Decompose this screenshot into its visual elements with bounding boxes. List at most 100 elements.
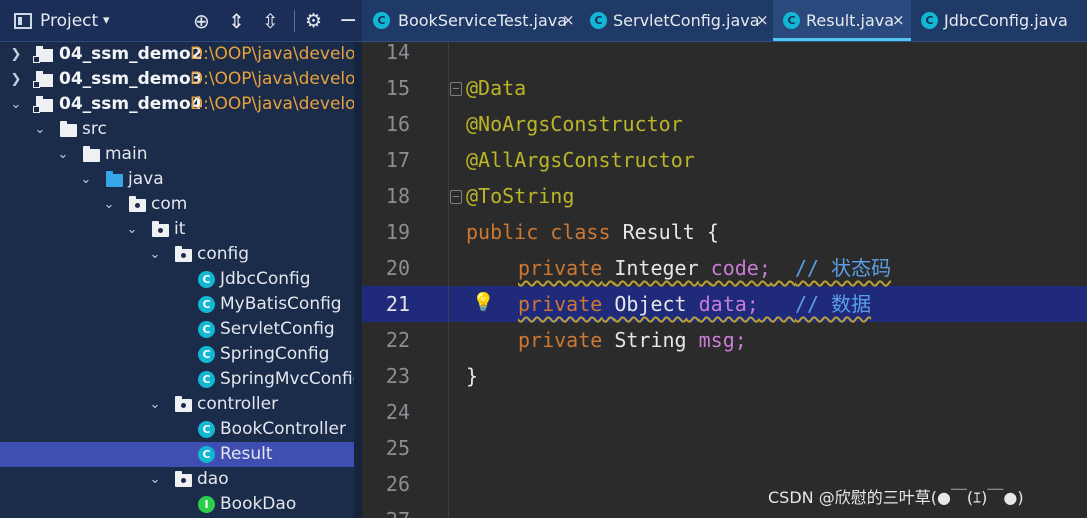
package-icon bbox=[175, 246, 192, 262]
project-panel: Project ▾ ⊕ ⇕ ⇳ ⚙ − ❯ 04_ssm_demo2 D:\OO… bbox=[0, 0, 362, 518]
tree-item-module[interactable]: ⌄ 04_ssm_demo4 D:\OOP\java\develop bbox=[0, 92, 354, 117]
field-name: code; bbox=[710, 256, 771, 280]
tree-item-label: 04_ssm_demo3 bbox=[59, 69, 203, 89]
fold-icon[interactable] bbox=[450, 82, 462, 96]
line-number: 24 bbox=[385, 400, 410, 424]
module-icon bbox=[33, 96, 53, 113]
tab-result[interactable]: C Result.java × bbox=[773, 0, 911, 41]
comment: // 状态码 bbox=[795, 256, 892, 280]
target-icon[interactable]: ⊕ bbox=[193, 0, 210, 42]
tree-item-package[interactable]: ⌄ config bbox=[0, 242, 354, 267]
close-icon[interactable]: × bbox=[892, 0, 905, 41]
line-number: 16 bbox=[385, 112, 410, 136]
line-number: 17 bbox=[385, 148, 410, 172]
line-number-current: 21 bbox=[385, 292, 410, 316]
comment: // 数据 bbox=[794, 292, 872, 316]
tree-item-label: 04_ssm_demo4 bbox=[59, 94, 203, 114]
code-line: private String msg; bbox=[518, 322, 747, 358]
chevron-down-icon[interactable]: ⌄ bbox=[147, 467, 163, 492]
tree-item-label: 04_ssm_demo2 bbox=[59, 44, 203, 64]
folder-icon bbox=[83, 146, 100, 162]
tree-item-package[interactable]: ⌄ com bbox=[0, 192, 354, 217]
tree-item-class[interactable]: C MyBatisConfig bbox=[0, 292, 354, 317]
code-line: @AllArgsConstructor bbox=[466, 142, 695, 178]
tree-item-package[interactable]: ⌄ dao bbox=[0, 467, 354, 492]
tree-item-package[interactable]: ⌄ controller bbox=[0, 392, 354, 417]
code-line: } bbox=[466, 358, 478, 394]
gutter-divider bbox=[448, 42, 449, 518]
chevron-down-icon[interactable]: ⌄ bbox=[124, 217, 140, 242]
code-line-current: private Object data; // 数据 bbox=[518, 286, 871, 322]
gear-icon[interactable]: ⚙ bbox=[305, 0, 322, 42]
tree-item-module[interactable]: ❯ 04_ssm_demo3 D:\OOP\java\develop bbox=[0, 67, 354, 92]
tree-scrollbar[interactable] bbox=[354, 42, 362, 518]
tree-item-label: main bbox=[105, 144, 148, 164]
class-icon: C bbox=[590, 12, 607, 29]
chevron-down-icon[interactable]: ⌄ bbox=[78, 167, 94, 192]
chevron-down-icon[interactable]: ⌄ bbox=[147, 392, 163, 417]
tree-item-class[interactable]: C BookController bbox=[0, 417, 354, 442]
class-icon: C bbox=[198, 371, 215, 388]
module-icon bbox=[33, 46, 53, 63]
code-line: private Integer code; // 状态码 bbox=[518, 250, 891, 286]
chevron-down-icon[interactable]: ▾ bbox=[103, 0, 110, 42]
tree-item-class[interactable]: C ServletConfig bbox=[0, 317, 354, 342]
tree-item-label: java bbox=[128, 169, 164, 189]
close-icon[interactable]: × bbox=[562, 0, 575, 41]
tree-item-label: BookDao bbox=[220, 494, 297, 514]
tree-item-folder[interactable]: ⌄ main bbox=[0, 142, 354, 167]
tree-item-class-selected[interactable]: C Result bbox=[0, 442, 354, 467]
close-icon[interactable]: × bbox=[756, 0, 769, 41]
tab-jdbcconfig[interactable]: C JdbcConfig.java bbox=[911, 0, 1087, 41]
line-number: 23 bbox=[385, 364, 410, 388]
line-number: 20 bbox=[385, 256, 410, 280]
source-folder-icon bbox=[106, 171, 123, 187]
tree-item-label: src bbox=[82, 119, 107, 139]
tree-item-source-folder[interactable]: ⌄ java bbox=[0, 167, 354, 192]
package-icon bbox=[175, 471, 192, 487]
tab-label: Result.java bbox=[806, 11, 895, 30]
tree-item-class[interactable]: C JdbcConfig bbox=[0, 267, 354, 292]
tree-item-module[interactable]: ❯ 04_ssm_demo2 D:\OOP\java\develop bbox=[0, 42, 354, 67]
tree-item-folder[interactable]: ⌄ src bbox=[0, 117, 354, 142]
code-editor[interactable]: 14 15 16 17 18 19 20 21 22 23 24 25 26 2… bbox=[362, 42, 1087, 518]
annotation: @AllArgsConstructor bbox=[466, 148, 695, 172]
keyword: class bbox=[550, 220, 611, 244]
tree-item-class[interactable]: C SpringConfig bbox=[0, 342, 354, 367]
project-panel-header: Project ▾ ⊕ ⇕ ⇳ ⚙ − bbox=[0, 0, 362, 42]
keyword: private bbox=[518, 256, 603, 280]
chevron-down-icon[interactable]: ⌄ bbox=[8, 92, 24, 117]
tree-item-interface[interactable]: I BookDao bbox=[0, 492, 354, 517]
tab-label: ServletConfig.java bbox=[613, 11, 760, 30]
tree-item-class[interactable]: C SpringMvcConfig bbox=[0, 367, 354, 392]
lightbulb-icon[interactable]: 💡 bbox=[472, 292, 494, 313]
expand-all-icon[interactable]: ⇕ bbox=[228, 0, 245, 42]
package-icon bbox=[175, 396, 192, 412]
project-view-title[interactable]: Project bbox=[40, 0, 98, 42]
line-number: 19 bbox=[385, 220, 410, 244]
toolbar-divider bbox=[294, 10, 295, 32]
annotation: @ToString bbox=[466, 184, 575, 208]
chevron-down-icon[interactable]: ⌄ bbox=[32, 117, 48, 142]
project-view-icon bbox=[14, 13, 32, 29]
tree-item-package[interactable]: ⌄ it bbox=[0, 217, 354, 242]
line-number: 27 bbox=[362, 502, 410, 518]
code-line: @NoArgsConstructor bbox=[466, 106, 683, 142]
keyword: private bbox=[518, 328, 603, 352]
minimize-icon[interactable]: − bbox=[339, 0, 357, 42]
line-number: 14 bbox=[385, 42, 410, 64]
chevron-down-icon[interactable]: ⌄ bbox=[55, 142, 71, 167]
tab-servletconfig[interactable]: C ServletConfig.java × bbox=[580, 0, 773, 41]
annotation: @NoArgsConstructor bbox=[466, 112, 683, 136]
chevron-right-icon[interactable]: ❯ bbox=[8, 42, 24, 67]
class-icon: C bbox=[198, 346, 215, 363]
chevron-right-icon[interactable]: ❯ bbox=[8, 67, 24, 92]
fold-icon[interactable] bbox=[450, 190, 462, 204]
collapse-all-icon[interactable]: ⇳ bbox=[262, 0, 279, 42]
chevron-down-icon[interactable]: ⌄ bbox=[147, 242, 163, 267]
tab-bookservicetest[interactable]: C BookServiceTest.java × bbox=[362, 0, 580, 41]
line-number: 22 bbox=[385, 328, 410, 352]
tree-item-label: MyBatisConfig bbox=[220, 294, 342, 314]
chevron-down-icon[interactable]: ⌄ bbox=[101, 192, 117, 217]
code-line: @ToString bbox=[466, 178, 574, 214]
